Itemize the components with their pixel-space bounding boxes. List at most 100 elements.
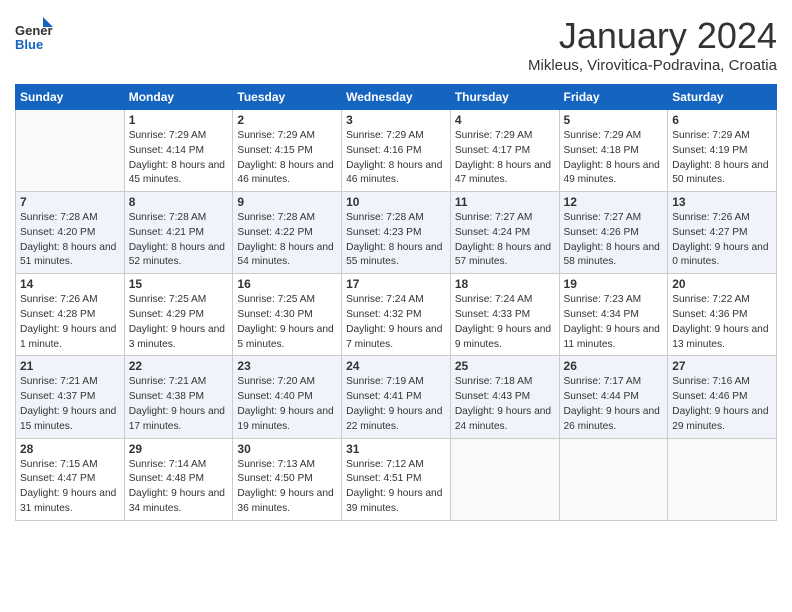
- day-info: Sunrise: 7:27 AMSunset: 4:24 PMDaylight:…: [455, 211, 555, 270]
- week-row-3: 14 Sunrise: 7:26 AMSunset: 4:28 PMDaylig…: [16, 274, 777, 356]
- day-cell: 21 Sunrise: 7:21 AMSunset: 4:37 PMDaylig…: [16, 356, 125, 438]
- page-header: General Blue January 2024 Mikleus, Virov…: [15, 15, 777, 74]
- day-number: 14: [20, 277, 120, 291]
- day-info: Sunrise: 7:29 AMSunset: 4:14 PMDaylight:…: [129, 129, 229, 188]
- day-info: Sunrise: 7:26 AMSunset: 4:28 PMDaylight:…: [20, 293, 120, 352]
- day-info: Sunrise: 7:29 AMSunset: 4:16 PMDaylight:…: [346, 129, 446, 188]
- day-number: 30: [237, 442, 337, 456]
- day-info: Sunrise: 7:18 AMSunset: 4:43 PMDaylight:…: [455, 375, 555, 434]
- day-info: Sunrise: 7:12 AMSunset: 4:51 PMDaylight:…: [346, 458, 446, 517]
- day-cell: [450, 438, 559, 520]
- day-cell: 26 Sunrise: 7:17 AMSunset: 4:44 PMDaylig…: [559, 356, 668, 438]
- day-cell: 10 Sunrise: 7:28 AMSunset: 4:23 PMDaylig…: [342, 192, 451, 274]
- day-cell: 7 Sunrise: 7:28 AMSunset: 4:20 PMDayligh…: [16, 192, 125, 274]
- day-number: 23: [237, 359, 337, 373]
- day-number: 29: [129, 442, 229, 456]
- day-cell: 22 Sunrise: 7:21 AMSunset: 4:38 PMDaylig…: [124, 356, 233, 438]
- day-number: 22: [129, 359, 229, 373]
- day-number: 31: [346, 442, 446, 456]
- day-cell: 3 Sunrise: 7:29 AMSunset: 4:16 PMDayligh…: [342, 110, 451, 192]
- day-number: 26: [564, 359, 664, 373]
- day-info: Sunrise: 7:28 AMSunset: 4:20 PMDaylight:…: [20, 211, 120, 270]
- col-tuesday: Tuesday: [233, 85, 342, 110]
- day-number: 2: [237, 113, 337, 127]
- day-info: Sunrise: 7:15 AMSunset: 4:47 PMDaylight:…: [20, 458, 120, 517]
- col-monday: Monday: [124, 85, 233, 110]
- week-row-1: 1 Sunrise: 7:29 AMSunset: 4:14 PMDayligh…: [16, 110, 777, 192]
- day-number: 17: [346, 277, 446, 291]
- day-number: 6: [672, 113, 772, 127]
- day-cell: 2 Sunrise: 7:29 AMSunset: 4:15 PMDayligh…: [233, 110, 342, 192]
- day-info: Sunrise: 7:20 AMSunset: 4:40 PMDaylight:…: [237, 375, 337, 434]
- day-info: Sunrise: 7:26 AMSunset: 4:27 PMDaylight:…: [672, 211, 772, 270]
- day-number: 7: [20, 195, 120, 209]
- day-cell: 16 Sunrise: 7:25 AMSunset: 4:30 PMDaylig…: [233, 274, 342, 356]
- day-info: Sunrise: 7:24 AMSunset: 4:33 PMDaylight:…: [455, 293, 555, 352]
- day-cell: 25 Sunrise: 7:18 AMSunset: 4:43 PMDaylig…: [450, 356, 559, 438]
- day-cell: 29 Sunrise: 7:14 AMSunset: 4:48 PMDaylig…: [124, 438, 233, 520]
- day-cell: [16, 110, 125, 192]
- day-cell: 27 Sunrise: 7:16 AMSunset: 4:46 PMDaylig…: [668, 356, 777, 438]
- day-cell: 13 Sunrise: 7:26 AMSunset: 4:27 PMDaylig…: [668, 192, 777, 274]
- day-cell: 23 Sunrise: 7:20 AMSunset: 4:40 PMDaylig…: [233, 356, 342, 438]
- day-info: Sunrise: 7:19 AMSunset: 4:41 PMDaylight:…: [346, 375, 446, 434]
- week-row-5: 28 Sunrise: 7:15 AMSunset: 4:47 PMDaylig…: [16, 438, 777, 520]
- location-text: Mikleus, Virovitica-Podravina, Croatia: [528, 57, 777, 74]
- day-info: Sunrise: 7:16 AMSunset: 4:46 PMDaylight:…: [672, 375, 772, 434]
- month-title: January 2024: [528, 15, 777, 57]
- col-friday: Friday: [559, 85, 668, 110]
- day-cell: 17 Sunrise: 7:24 AMSunset: 4:32 PMDaylig…: [342, 274, 451, 356]
- day-cell: [559, 438, 668, 520]
- day-number: 1: [129, 113, 229, 127]
- day-cell: 5 Sunrise: 7:29 AMSunset: 4:18 PMDayligh…: [559, 110, 668, 192]
- day-number: 12: [564, 195, 664, 209]
- day-number: 9: [237, 195, 337, 209]
- day-cell: 18 Sunrise: 7:24 AMSunset: 4:33 PMDaylig…: [450, 274, 559, 356]
- day-number: 4: [455, 113, 555, 127]
- day-cell: 6 Sunrise: 7:29 AMSunset: 4:19 PMDayligh…: [668, 110, 777, 192]
- day-number: 25: [455, 359, 555, 373]
- week-row-2: 7 Sunrise: 7:28 AMSunset: 4:20 PMDayligh…: [16, 192, 777, 274]
- day-info: Sunrise: 7:28 AMSunset: 4:22 PMDaylight:…: [237, 211, 337, 270]
- day-info: Sunrise: 7:24 AMSunset: 4:32 PMDaylight:…: [346, 293, 446, 352]
- col-sunday: Sunday: [16, 85, 125, 110]
- day-number: 10: [346, 195, 446, 209]
- day-number: 24: [346, 359, 446, 373]
- day-cell: 20 Sunrise: 7:22 AMSunset: 4:36 PMDaylig…: [668, 274, 777, 356]
- day-cell: [668, 438, 777, 520]
- day-number: 8: [129, 195, 229, 209]
- svg-text:Blue: Blue: [15, 37, 43, 52]
- logo-icon: General Blue: [15, 15, 53, 53]
- day-cell: 12 Sunrise: 7:27 AMSunset: 4:26 PMDaylig…: [559, 192, 668, 274]
- day-info: Sunrise: 7:25 AMSunset: 4:30 PMDaylight:…: [237, 293, 337, 352]
- day-number: 13: [672, 195, 772, 209]
- day-info: Sunrise: 7:14 AMSunset: 4:48 PMDaylight:…: [129, 458, 229, 517]
- day-cell: 4 Sunrise: 7:29 AMSunset: 4:17 PMDayligh…: [450, 110, 559, 192]
- day-number: 11: [455, 195, 555, 209]
- day-cell: 30 Sunrise: 7:13 AMSunset: 4:50 PMDaylig…: [233, 438, 342, 520]
- col-wednesday: Wednesday: [342, 85, 451, 110]
- day-info: Sunrise: 7:29 AMSunset: 4:18 PMDaylight:…: [564, 129, 664, 188]
- calendar-table: Sunday Monday Tuesday Wednesday Thursday…: [15, 84, 777, 521]
- day-info: Sunrise: 7:27 AMSunset: 4:26 PMDaylight:…: [564, 211, 664, 270]
- day-info: Sunrise: 7:28 AMSunset: 4:23 PMDaylight:…: [346, 211, 446, 270]
- day-info: Sunrise: 7:21 AMSunset: 4:38 PMDaylight:…: [129, 375, 229, 434]
- day-number: 5: [564, 113, 664, 127]
- title-block: January 2024 Mikleus, Virovitica-Podravi…: [528, 15, 777, 74]
- day-info: Sunrise: 7:28 AMSunset: 4:21 PMDaylight:…: [129, 211, 229, 270]
- day-number: 21: [20, 359, 120, 373]
- day-number: 27: [672, 359, 772, 373]
- day-cell: 31 Sunrise: 7:12 AMSunset: 4:51 PMDaylig…: [342, 438, 451, 520]
- day-cell: 8 Sunrise: 7:28 AMSunset: 4:21 PMDayligh…: [124, 192, 233, 274]
- logo: General Blue: [15, 15, 57, 53]
- day-cell: 15 Sunrise: 7:25 AMSunset: 4:29 PMDaylig…: [124, 274, 233, 356]
- day-cell: 28 Sunrise: 7:15 AMSunset: 4:47 PMDaylig…: [16, 438, 125, 520]
- header-row: Sunday Monday Tuesday Wednesday Thursday…: [16, 85, 777, 110]
- day-number: 19: [564, 277, 664, 291]
- day-info: Sunrise: 7:29 AMSunset: 4:19 PMDaylight:…: [672, 129, 772, 188]
- day-cell: 19 Sunrise: 7:23 AMSunset: 4:34 PMDaylig…: [559, 274, 668, 356]
- day-info: Sunrise: 7:22 AMSunset: 4:36 PMDaylight:…: [672, 293, 772, 352]
- day-number: 15: [129, 277, 229, 291]
- day-number: 20: [672, 277, 772, 291]
- day-info: Sunrise: 7:21 AMSunset: 4:37 PMDaylight:…: [20, 375, 120, 434]
